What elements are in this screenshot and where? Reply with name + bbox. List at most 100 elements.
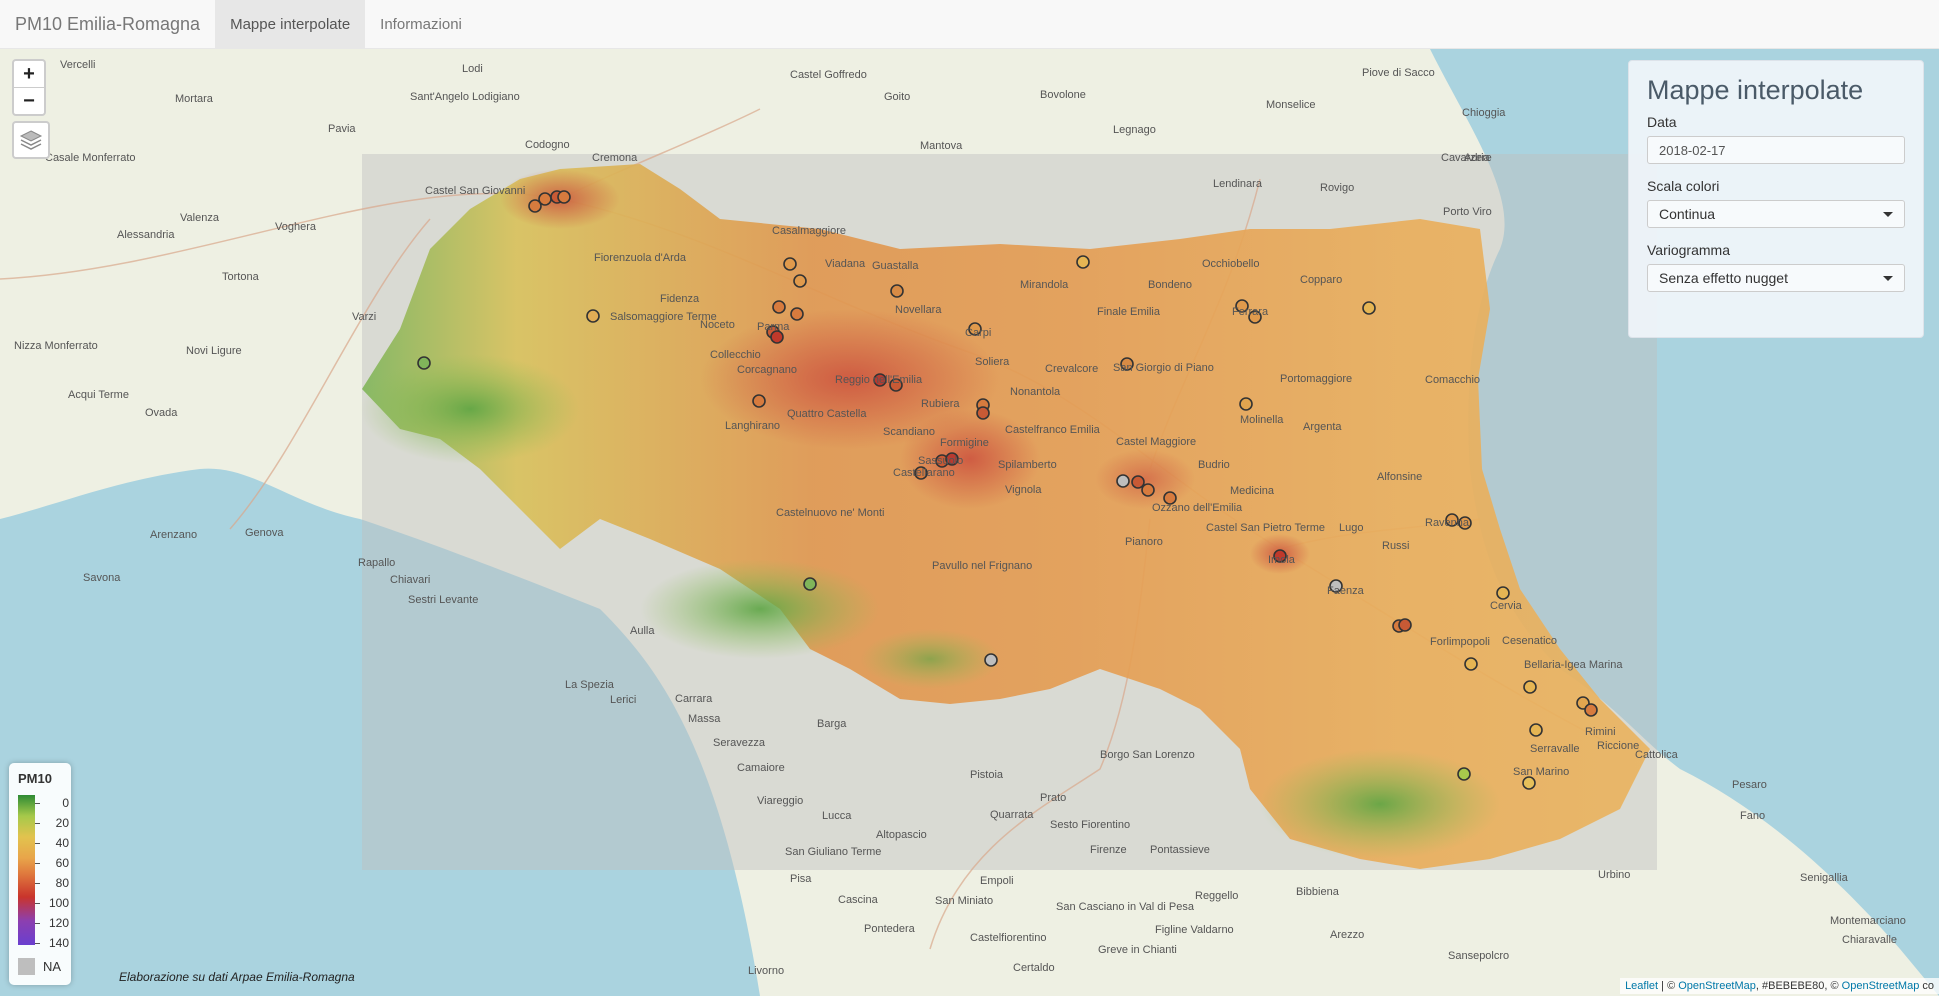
place-label: Fidenza xyxy=(660,293,700,305)
station-marker[interactable] xyxy=(1239,397,1253,411)
legend-tick: 40 xyxy=(35,836,69,850)
legend-tick: 80 xyxy=(35,876,69,890)
variogram-label: Variogramma xyxy=(1647,242,1730,258)
legend-tick: 60 xyxy=(35,856,69,870)
controls-panel: Mappe interpolate Data 2018-02-17 Scala … xyxy=(1628,60,1924,338)
station-marker[interactable] xyxy=(1464,657,1478,671)
osm-link[interactable]: OpenStreetMap xyxy=(1678,980,1756,992)
place-label: Comacchio xyxy=(1425,374,1481,386)
place-label: Castel Maggiore xyxy=(1116,436,1197,448)
panel-title: Mappe interpolate xyxy=(1647,75,1864,105)
legend-tick: 20 xyxy=(35,816,69,830)
variogram-select[interactable]: Senza effetto nugget xyxy=(1647,264,1905,292)
place-label: Carpi xyxy=(965,327,992,339)
tab-informazioni[interactable]: Informazioni xyxy=(365,0,477,48)
place-label: Vercelli xyxy=(60,59,96,71)
station-marker[interactable] xyxy=(417,356,431,370)
station-marker[interactable] xyxy=(793,274,807,288)
station-marker[interactable] xyxy=(752,394,766,408)
station-marker-na[interactable] xyxy=(1116,474,1130,488)
place-label: Empoli xyxy=(980,875,1014,887)
place-label: Bibbiena xyxy=(1296,886,1339,898)
station-marker[interactable] xyxy=(1522,776,1536,790)
station-marker[interactable] xyxy=(1523,680,1537,694)
legend-title: PM10 xyxy=(18,771,52,786)
station-marker[interactable] xyxy=(1529,723,1543,737)
place-label: Arezzo xyxy=(1330,929,1365,941)
place-label: Viareggio xyxy=(757,795,804,807)
place-label: Bondeno xyxy=(1148,279,1193,291)
place-label: Langhirano xyxy=(725,420,781,432)
station-marker[interactable] xyxy=(1131,475,1145,489)
place-label: San Casciano in Val di Pesa xyxy=(1056,901,1194,913)
place-label: Codogno xyxy=(525,139,570,151)
zoom-out-button[interactable]: − xyxy=(14,88,44,114)
place-label: Montemarciano xyxy=(1830,915,1906,927)
station-marker[interactable] xyxy=(803,577,817,591)
place-label: Ravenna xyxy=(1425,517,1470,529)
chevron-down-icon xyxy=(1883,275,1893,281)
station-marker[interactable] xyxy=(1496,586,1510,600)
station-marker[interactable] xyxy=(538,192,552,206)
layers-button[interactable] xyxy=(12,121,50,159)
place-label: Carrara xyxy=(675,693,713,705)
tab-mappe-interpolate[interactable]: Mappe interpolate xyxy=(215,0,366,48)
place-label: Arenzano xyxy=(150,529,198,541)
navbar-brand[interactable]: PM10 Emilia-Romagna xyxy=(0,0,215,48)
station-marker[interactable] xyxy=(1457,767,1471,781)
station-marker[interactable] xyxy=(783,257,797,271)
station-marker[interactable] xyxy=(1398,618,1412,632)
place-label: Argenta xyxy=(1303,421,1342,433)
station-marker[interactable] xyxy=(586,309,600,323)
place-label: Livorno xyxy=(748,965,785,977)
station-marker[interactable] xyxy=(557,190,571,204)
place-label: Pesaro xyxy=(1732,779,1767,791)
chevron-down-icon xyxy=(1883,211,1893,217)
place-label: Castel Goffredo xyxy=(790,69,867,81)
place-label: Molinella xyxy=(1240,414,1284,426)
place-label: Quarrata xyxy=(990,809,1034,821)
station-marker[interactable] xyxy=(1141,483,1155,497)
date-input[interactable]: 2018-02-17 xyxy=(1647,136,1905,164)
place-label: Cesenatico xyxy=(1502,635,1558,647)
pm10-low-west xyxy=(360,354,580,464)
station-marker[interactable] xyxy=(1362,301,1376,315)
place-label: San Giorgio di Piano xyxy=(1113,362,1214,374)
place-label: Crevalcore xyxy=(1045,363,1099,375)
place-label: Cascina xyxy=(838,894,878,906)
place-label: Cavarzere xyxy=(1441,152,1492,164)
place-label: Barga xyxy=(817,718,847,730)
place-label: Chiavari xyxy=(390,574,431,586)
leaflet-link[interactable]: Leaflet xyxy=(1625,980,1658,992)
navbar: PM10 Emilia-Romagna Mappe interpolate In… xyxy=(0,0,1939,49)
station-marker[interactable] xyxy=(890,284,904,298)
place-label: Sant'Angelo Lodigiano xyxy=(410,91,520,103)
place-label: Occhiobello xyxy=(1202,258,1260,270)
place-label: Formigine xyxy=(940,437,989,449)
place-label: Certaldo xyxy=(1013,962,1055,974)
place-label: Pianoro xyxy=(1125,536,1163,548)
place-label: Mirandola xyxy=(1020,279,1069,291)
zoom-in-button[interactable]: + xyxy=(14,61,44,88)
station-marker-na[interactable] xyxy=(984,653,998,667)
station-marker[interactable] xyxy=(772,300,786,314)
station-marker[interactable] xyxy=(1584,703,1598,717)
station-marker[interactable] xyxy=(976,406,990,420)
osm-link[interactable]: OpenStreetMap xyxy=(1842,980,1920,992)
place-label: Soliera xyxy=(975,356,1010,368)
place-label: Rimini xyxy=(1585,726,1616,738)
place-label: La Spezia xyxy=(565,679,614,691)
place-label: Castelfranco Emilia xyxy=(1005,424,1100,436)
place-label: Finale Emilia xyxy=(1097,306,1160,318)
place-label: Legnago xyxy=(1113,124,1156,136)
place-label: Acqui Terme xyxy=(68,389,129,401)
station-marker[interactable] xyxy=(790,307,804,321)
place-label: Pavia xyxy=(328,123,356,135)
place-label: Seravezza xyxy=(713,737,765,749)
place-label: Nonantola xyxy=(1010,386,1061,398)
place-label: Lugo xyxy=(1339,522,1364,534)
place-label: Alessandria xyxy=(117,229,175,241)
place-label: San Giuliano Terme xyxy=(785,846,882,858)
station-marker[interactable] xyxy=(1076,255,1090,269)
color-scale-select[interactable]: Continua xyxy=(1647,200,1905,228)
